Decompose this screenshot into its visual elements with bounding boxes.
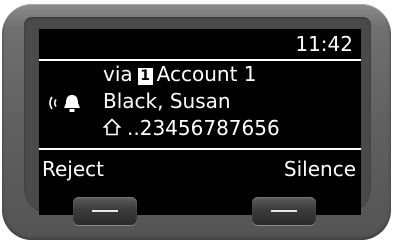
right-softkey-button[interactable]	[252, 197, 316, 225]
via-label: via	[103, 62, 133, 86]
silence-softkey-label[interactable]: Silence	[284, 157, 356, 181]
clock: 11:42	[295, 32, 353, 56]
home-icon	[103, 118, 121, 136]
header-divider	[39, 59, 361, 61]
account-number-badge: 1	[137, 68, 153, 85]
account-line: via 1 Account 1	[103, 62, 257, 86]
caller-number-line: ..23456787656	[103, 116, 280, 140]
caller-name: Black, Susan	[103, 89, 231, 113]
softkey-divider	[39, 148, 361, 150]
caller-number: ..23456787656	[127, 116, 280, 140]
account-name: Account 1	[156, 62, 257, 86]
phone-display: 11:42 via 1 Account 1 Black, Susan ..23456…	[39, 29, 361, 215]
ringing-bell-icon	[49, 95, 80, 112]
left-softkey-bar	[92, 210, 118, 212]
right-softkey-bar	[271, 210, 297, 212]
reject-softkey-label[interactable]: Reject	[42, 157, 104, 181]
left-softkey-button[interactable]	[73, 197, 137, 225]
